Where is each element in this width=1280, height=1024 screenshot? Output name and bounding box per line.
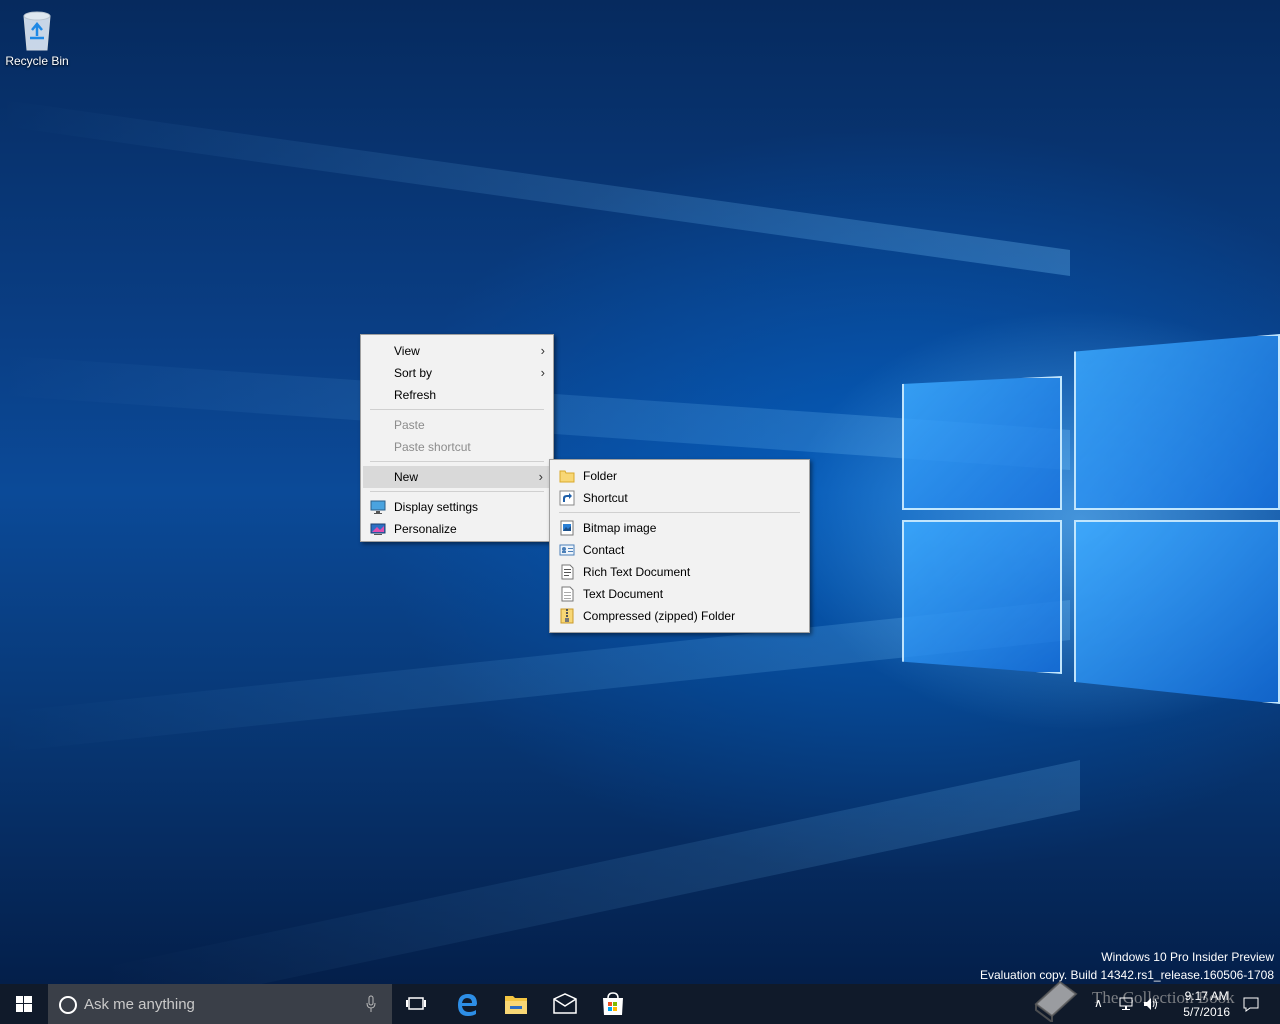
chevron-right-icon: › bbox=[538, 469, 543, 484]
file-explorer-icon bbox=[505, 996, 527, 1014]
menu-item-view[interactable]: View › bbox=[361, 340, 553, 362]
mail-icon bbox=[553, 993, 577, 1014]
file-explorer-taskbar-button[interactable] bbox=[492, 984, 540, 1024]
menu-item-new-bitmap[interactable]: Bitmap image bbox=[550, 517, 809, 539]
menu-item-label: Compressed (zipped) Folder bbox=[583, 609, 736, 623]
zip-folder-icon bbox=[559, 608, 575, 624]
mail-taskbar-button[interactable] bbox=[541, 984, 589, 1024]
microphone-icon[interactable] bbox=[366, 995, 376, 1013]
chevron-right-icon: › bbox=[540, 365, 545, 380]
task-view-button[interactable] bbox=[392, 984, 440, 1024]
store-icon bbox=[603, 992, 623, 1015]
clock-time: 9:17 AM bbox=[1184, 989, 1229, 1003]
shortcut-icon bbox=[559, 490, 575, 506]
recycle-bin-label: Recycle Bin bbox=[5, 54, 69, 68]
menu-item-label: Refresh bbox=[394, 388, 437, 402]
menu-item-refresh[interactable]: Refresh bbox=[361, 384, 553, 406]
tray-chevron-up-icon[interactable]: ∧ bbox=[1094, 996, 1103, 1024]
menu-item-new-zip-folder[interactable]: Compressed (zipped) Folder bbox=[550, 605, 809, 627]
menu-item-label: Rich Text Document bbox=[583, 565, 691, 579]
menu-item-label: Display settings bbox=[394, 500, 479, 514]
action-center-icon[interactable] bbox=[1242, 996, 1260, 1012]
menu-item-sort-by[interactable]: Sort by › bbox=[361, 362, 553, 384]
new-submenu: Folder Shortcut Bitmap image Contact Ric… bbox=[549, 459, 810, 633]
menu-item-new-text-document[interactable]: Text Document bbox=[550, 583, 809, 605]
menu-separator bbox=[559, 512, 800, 513]
start-button[interactable] bbox=[0, 984, 48, 1024]
build-watermark-title: Windows 10 Pro Insider Preview bbox=[1101, 950, 1274, 964]
cortana-icon bbox=[59, 996, 77, 1014]
menu-item-label: Paste bbox=[394, 418, 425, 432]
search-placeholder: Ask me anything bbox=[84, 996, 195, 1013]
chevron-right-icon: › bbox=[540, 343, 545, 358]
menu-item-label: View bbox=[394, 344, 420, 358]
menu-item-label: Text Document bbox=[583, 587, 664, 601]
menu-item-new-folder[interactable]: Folder bbox=[550, 465, 809, 487]
windows-logo-pane bbox=[902, 520, 1062, 674]
light-beam bbox=[0, 99, 1070, 276]
build-watermark-build: Evaluation copy. Build 14342.rs1_release… bbox=[980, 968, 1274, 982]
windows-logo-pane bbox=[902, 376, 1062, 510]
folder-icon bbox=[559, 468, 575, 484]
menu-separator bbox=[370, 461, 544, 462]
windows-logo-pane bbox=[1074, 334, 1280, 510]
menu-item-new-shortcut[interactable]: Shortcut bbox=[550, 487, 809, 509]
menu-item-label: Personalize bbox=[394, 522, 457, 536]
taskbar: Ask me anything The Collection Book ∧ 9:… bbox=[0, 980, 1280, 1024]
windows-start-icon bbox=[16, 996, 32, 1012]
task-view-icon bbox=[406, 997, 426, 1010]
menu-item-paste-shortcut[interactable]: Paste shortcut bbox=[361, 436, 553, 458]
menu-item-label: Paste shortcut bbox=[394, 440, 471, 454]
cortana-search-box[interactable]: Ask me anything bbox=[48, 984, 392, 1024]
taskbar-clock[interactable]: 9:17 AM 5/7/2016 bbox=[1183, 988, 1230, 1020]
menu-item-label: Folder bbox=[583, 469, 618, 483]
display-icon bbox=[370, 499, 386, 515]
menu-item-label: Bitmap image bbox=[583, 521, 657, 535]
menu-item-label: Sort by bbox=[394, 366, 433, 380]
text-document-icon bbox=[559, 586, 575, 602]
windows-logo-pane bbox=[1074, 520, 1280, 704]
recycle-bin-icon bbox=[17, 8, 57, 52]
bitmap-icon bbox=[559, 520, 575, 536]
volume-icon[interactable] bbox=[1142, 996, 1160, 1012]
desktop-context-menu: View › Sort by › Refresh Paste Paste sho… bbox=[360, 334, 554, 542]
recycle-bin-shortcut[interactable]: Recycle Bin bbox=[4, 8, 70, 68]
menu-item-new[interactable]: New › bbox=[363, 466, 551, 488]
book-logo-icon bbox=[1034, 980, 1078, 1022]
menu-item-personalize[interactable]: Personalize bbox=[361, 518, 553, 540]
menu-item-paste[interactable]: Paste bbox=[361, 414, 553, 436]
menu-separator bbox=[370, 409, 544, 410]
menu-item-label: New bbox=[394, 470, 419, 484]
menu-item-new-rich-text[interactable]: Rich Text Document bbox=[550, 561, 809, 583]
edge-icon bbox=[458, 994, 477, 1016]
menu-item-label: Shortcut bbox=[583, 491, 628, 505]
contact-icon bbox=[559, 542, 575, 558]
menu-separator bbox=[370, 491, 544, 492]
light-beam bbox=[100, 760, 1080, 984]
clock-date: 5/7/2016 bbox=[1183, 1005, 1230, 1019]
network-icon[interactable] bbox=[1118, 996, 1134, 1012]
rich-text-icon bbox=[559, 564, 575, 580]
menu-item-label: Contact bbox=[583, 543, 625, 557]
personalize-icon bbox=[370, 521, 386, 537]
edge-taskbar-button[interactable] bbox=[443, 984, 491, 1024]
desktop[interactable]: Recycle Bin View › Sort by › Refresh Pas… bbox=[0, 0, 1280, 984]
menu-item-display-settings[interactable]: Display settings bbox=[361, 496, 553, 518]
menu-item-new-contact[interactable]: Contact bbox=[550, 539, 809, 561]
store-taskbar-button[interactable] bbox=[589, 984, 637, 1024]
